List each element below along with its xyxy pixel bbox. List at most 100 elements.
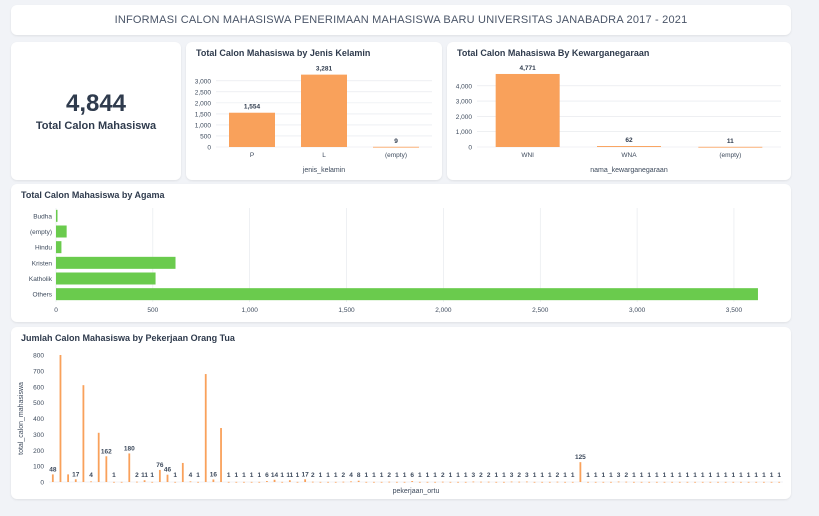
data-label: 1 [563,472,567,479]
bar [365,481,368,483]
x-tick-label: (empty) [719,152,741,159]
bar [301,74,347,147]
bar [174,481,177,483]
bar [158,469,161,482]
data-label: 1 [426,472,430,479]
data-label: 1,554 [244,104,261,111]
data-label: 1 [372,472,376,479]
bar [717,481,719,483]
data-label: 2 [135,472,139,479]
data-label: 6 [265,472,269,479]
y-tick-label: Budha [33,213,52,220]
data-label: 1 [739,472,743,479]
bar [304,479,307,482]
bar [350,481,352,483]
gender-bar-chart: 0 500 1,000 1,500 2,000 2,500 3,000 1,554 P 3,281… [195,66,432,174]
bar [319,481,322,483]
data-label: 1 [548,472,552,479]
data-label: 3 [472,472,476,479]
bar [747,481,750,483]
data-label: 48 [49,466,57,473]
bar [373,146,419,148]
bar [334,481,337,483]
bar [90,481,92,483]
bar [487,481,490,483]
bar [227,481,230,483]
bar [755,481,758,483]
bar [686,481,689,483]
y-tick-label: 200 [33,448,44,455]
data-label: 1 [693,472,697,479]
bar [204,374,207,482]
dashboard-title-bar: INFORMASI CALON MAHASISWA PENERIMAAN MAH… [11,5,791,35]
data-label: 125 [575,454,586,461]
x-tick-label: WNI [521,152,534,159]
bar [480,481,482,483]
bar [418,481,421,483]
bar [594,481,597,483]
bar [327,481,329,483]
bar [250,481,253,483]
y-tick-label: 2,000 [456,114,473,121]
data-label: 1 [678,472,682,479]
y-tick-label: 600 [33,384,44,391]
data-label: 1 [586,472,590,479]
bar [296,481,299,483]
data-label: 1 [731,472,735,479]
data-label: 1 [456,472,460,479]
bar [357,480,360,482]
y-tick-label: 3,000 [195,78,212,85]
bar [136,481,138,483]
total-calon-kpi-card: 4,844 Total Calon Mahasiswa [11,42,181,180]
x-tick-label: P [250,152,254,159]
bar [457,481,459,483]
bar [395,481,398,483]
y-tick-label: 0 [40,480,44,487]
bar [495,481,498,483]
y-tick-label: 0 [207,145,211,152]
x-tick-label: (empty) [385,152,407,159]
data-label: 3,281 [316,66,333,73]
data-label: 1 [747,472,751,479]
bar [740,481,742,483]
bar [709,481,712,483]
data-label: 1 [250,472,254,479]
data-label: 1 [494,472,498,479]
bar [541,481,544,483]
bar [56,272,156,285]
data-label: 3 [617,472,621,479]
x-tick-label: WNA [621,152,637,159]
nationality-chart-card: Total Calon Mahasiswa By Kewarganegaraan… [447,42,791,180]
data-label: 1 [257,472,261,479]
data-label: 4 [349,472,353,479]
bar [220,428,222,482]
y-tick-label: 500 [33,400,44,407]
bar [510,481,513,483]
bar [701,481,704,483]
bar [472,481,475,483]
y-tick-label: 1,500 [195,111,212,118]
y-tick-label: 100 [33,464,44,471]
data-label: 1 [364,472,368,479]
bar [556,481,559,483]
dashboard-title: INFORMASI CALON MAHASISWA PENERIMAAN MAH… [114,14,688,26]
bar [120,481,123,483]
y-tick-label: 400 [33,416,44,423]
kpi-label: Total Calon Mahasiswa [35,120,157,132]
bar [128,453,131,482]
y-tick-label: 3,000 [456,99,473,106]
y-tick-label: 500 [200,133,211,140]
data-label: 3 [510,472,514,479]
data-label: 17 [72,471,80,478]
bar [694,481,696,483]
data-label: 2 [517,472,521,479]
data-label: 2 [624,472,628,479]
data-label: 1 [762,472,766,479]
religion-chart-card: Total Calon Mahasiswa by Agama 0 500 1,000… [11,184,791,322]
bar [617,481,620,483]
bar [571,481,574,483]
data-label: 1 [464,472,468,479]
bar [778,481,781,483]
data-label: 1 [770,472,774,479]
data-label: 11 [141,472,148,479]
